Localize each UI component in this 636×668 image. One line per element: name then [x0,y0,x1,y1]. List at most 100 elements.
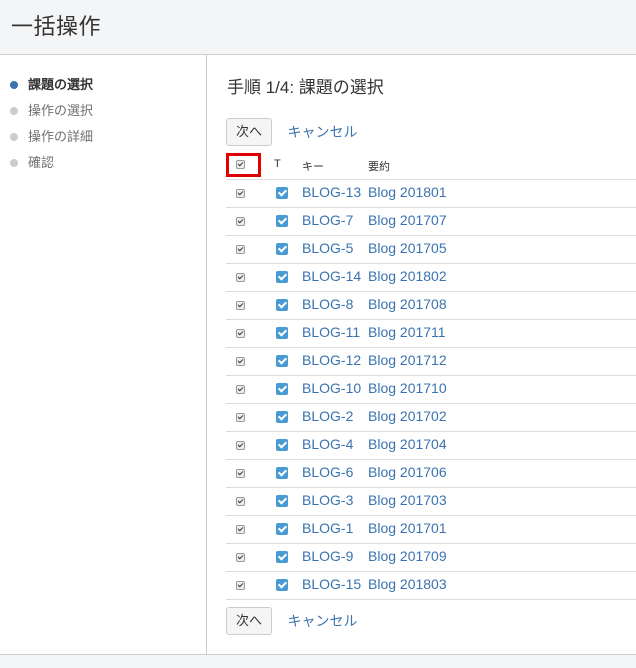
task-type-icon [276,411,288,423]
cancel-link[interactable]: キャンセル [287,122,357,142]
issue-key-link[interactable]: BLOG-13 [302,184,361,200]
footer-bar [0,655,636,668]
issue-summary-link[interactable]: Blog 201712 [368,352,447,368]
task-type-icon [276,327,288,339]
issue-summary-link[interactable]: Blog 201711 [368,324,446,340]
main-panel: 手順 1/4: 課題の選択 次へ キャンセル T キー 要約 BLOG-13 Bl… [207,55,636,654]
issue-summary-link[interactable]: Blog 201706 [368,464,447,480]
top-actions: 次へ キャンセル [226,118,357,146]
task-type-icon [276,467,288,479]
task-type-icon [276,495,288,507]
task-type-icon [276,439,288,451]
wizard-sidebar: 課題の選択 操作の選択 操作の詳細 確認 [0,55,207,654]
next-button[interactable]: 次へ [226,118,273,146]
row-select-checkbox[interactable] [236,525,245,534]
row-select-checkbox[interactable] [236,301,245,310]
issue-summary-link[interactable]: Blog 201707 [368,212,447,228]
row-select-checkbox[interactable] [236,441,245,450]
row-select-checkbox[interactable] [236,357,245,366]
task-type-icon [276,187,288,199]
task-type-icon [276,551,288,563]
table-row: BLOG-8 Blog 201708 [226,292,636,320]
issue-summary-link[interactable]: Blog 201801 [368,184,447,200]
key-column-header: キー [302,161,324,173]
step-confirmation: 確認 [0,152,93,178]
issue-key-link[interactable]: BLOG-6 [302,464,353,480]
task-type-icon [276,271,288,283]
table-row: BLOG-5 Blog 201705 [226,236,636,264]
issue-summary-link[interactable]: Blog 201701 [368,520,447,536]
table-header: T キー 要約 [226,151,636,180]
step-label: 操作の詳細 [28,129,94,144]
step-dot-icon [10,159,18,167]
step-choose-operation: 操作の選択 [0,100,93,126]
issue-summary-link[interactable]: Blog 201705 [368,240,447,256]
table-row: BLOG-3 Blog 201703 [226,488,636,516]
table-row: BLOG-10 Blog 201710 [226,376,636,404]
issue-summary-link[interactable]: Blog 201708 [368,296,447,312]
issue-key-link[interactable]: BLOG-7 [302,212,353,228]
step-dot-icon [10,107,18,115]
cancel-link[interactable]: キャンセル [287,611,357,631]
issue-key-link[interactable]: BLOG-3 [302,492,353,508]
issue-key-link[interactable]: BLOG-1 [302,520,353,536]
task-type-icon [276,355,288,367]
table-row: BLOG-4 Blog 201704 [226,432,636,460]
row-select-checkbox[interactable] [236,553,245,562]
issue-summary-link[interactable]: Blog 201803 [368,576,447,592]
issue-summary-link[interactable]: Blog 201709 [368,548,447,564]
step-label: 操作の選択 [28,103,94,118]
task-type-icon [276,243,288,255]
row-select-checkbox[interactable] [236,581,245,590]
issue-key-link[interactable]: BLOG-15 [302,576,361,592]
issue-key-link[interactable]: BLOG-11 [302,324,360,340]
issue-key-link[interactable]: BLOG-9 [302,548,353,564]
row-select-checkbox[interactable] [236,245,245,254]
page-title: 一括操作 [11,14,102,39]
row-select-checkbox[interactable] [236,189,245,198]
task-type-icon [276,579,288,591]
row-select-checkbox[interactable] [236,469,245,478]
issue-summary-link[interactable]: Blog 201710 [368,380,447,396]
issue-summary-link[interactable]: Blog 201802 [368,268,447,284]
step-dot-icon [10,133,18,141]
row-select-checkbox[interactable] [236,413,245,422]
table-row: BLOG-1 Blog 201701 [226,516,636,544]
table-row: BLOG-2 Blog 201702 [226,404,636,432]
select-all-highlight [226,153,261,177]
table-row: BLOG-9 Blog 201709 [226,544,636,572]
current-step-dot-icon [10,81,18,89]
table-row: BLOG-7 Blog 201707 [226,208,636,236]
step-operation-details: 操作の詳細 [0,126,93,152]
row-select-checkbox[interactable] [236,273,245,282]
issue-key-link[interactable]: BLOG-5 [302,240,353,256]
row-select-checkbox[interactable] [236,385,245,394]
table-row: BLOG-11 Blog 201711 [226,320,636,348]
table-row: BLOG-14 Blog 201802 [226,264,636,292]
table-row: BLOG-15 Blog 201803 [226,572,636,600]
task-type-icon [276,299,288,311]
issue-key-link[interactable]: BLOG-12 [302,352,361,368]
summary-column-header: 要約 [368,161,390,173]
next-button[interactable]: 次へ [226,607,273,635]
step-label: 確認 [28,155,55,170]
bottom-actions: 次へ キャンセル [226,607,357,635]
issue-key-link[interactable]: BLOG-4 [302,436,353,452]
type-column-header: T [274,158,281,170]
row-select-checkbox[interactable] [236,217,245,226]
issue-summary-link[interactable]: Blog 201704 [368,436,447,452]
row-select-checkbox[interactable] [236,329,245,338]
table-row: BLOG-12 Blog 201712 [226,348,636,376]
issue-key-link[interactable]: BLOG-2 [302,408,353,424]
step-heading: 手順 1/4: 課題の選択 [227,78,384,97]
step-select-issues: 課題の選択 [0,74,93,100]
table-row: BLOG-6 Blog 201706 [226,460,636,488]
issue-summary-link[interactable]: Blog 201702 [368,408,447,424]
content-area: 課題の選択 操作の選択 操作の詳細 確認 手順 1/4: 課題の選択 次へ キャ… [0,55,636,655]
issue-key-link[interactable]: BLOG-14 [302,268,361,284]
page-header: 一括操作 [0,0,636,55]
issue-key-link[interactable]: BLOG-8 [302,296,353,312]
issue-summary-link[interactable]: Blog 201703 [368,492,447,508]
row-select-checkbox[interactable] [236,497,245,506]
issue-key-link[interactable]: BLOG-10 [302,380,361,396]
